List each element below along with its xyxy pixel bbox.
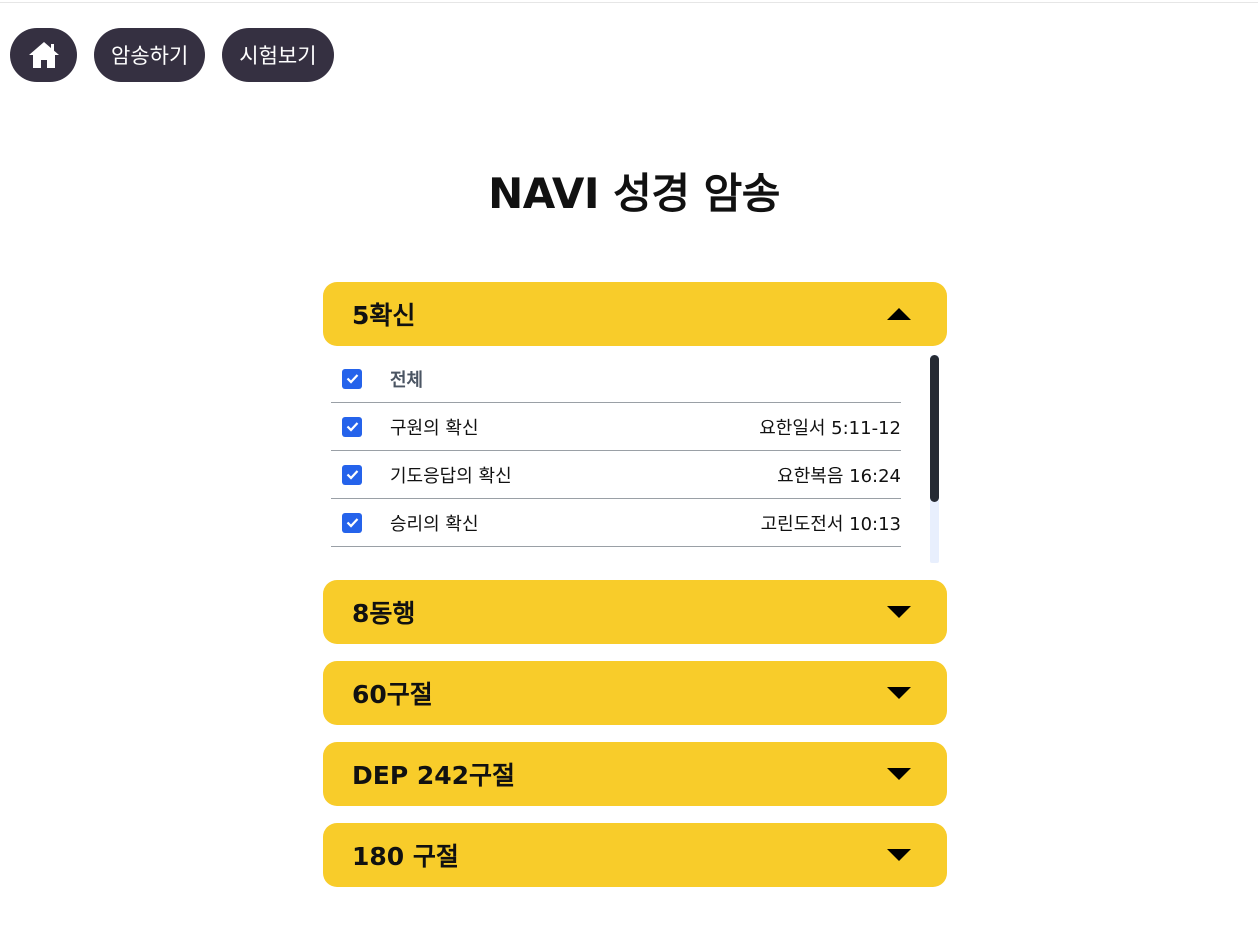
verse-list: 전체 구원의 확신 요한일서 5:11-12 기도응답의 확신 요한복음 16:… bbox=[331, 355, 939, 563]
accordion-header[interactable]: 60구절 bbox=[323, 661, 947, 725]
verse-reference: 요한일서 5:11-12 bbox=[759, 417, 901, 439]
caret-up-icon bbox=[887, 308, 911, 320]
verse-checkbox[interactable] bbox=[342, 512, 362, 533]
accordion-title: 180 구절 bbox=[352, 842, 459, 871]
page-title: NAVI 성경 암송 bbox=[488, 169, 780, 218]
accordion-title: 5확신 bbox=[352, 301, 416, 330]
accordion-title: DEP 242구절 bbox=[352, 761, 516, 790]
accordion-60-verses: 60구절 bbox=[323, 661, 947, 725]
verse-title: 기도응답의 확신 bbox=[390, 465, 512, 487]
caret-down-icon bbox=[887, 768, 911, 780]
scrollbar-thumb[interactable] bbox=[930, 355, 939, 502]
scrollbar-track[interactable] bbox=[930, 355, 939, 563]
accordion-dep-242: DEP 242구절 bbox=[323, 742, 947, 806]
accordion-5-assurances: 5확신 bbox=[323, 282, 947, 346]
accordion-8-walk: 8동행 bbox=[323, 580, 947, 644]
test-button[interactable]: 시험보기 bbox=[222, 28, 334, 82]
select-all-row: 전체 bbox=[331, 355, 901, 403]
check-icon bbox=[346, 470, 358, 480]
accordion-180-verses: 180 구절 bbox=[323, 823, 947, 887]
verse-title: 승리의 확신 bbox=[390, 513, 479, 535]
home-icon bbox=[28, 42, 59, 68]
caret-down-icon bbox=[887, 849, 911, 861]
accordion-title: 60구절 bbox=[352, 680, 433, 709]
list-item: 승리의 확신 고린도전서 10:13 bbox=[331, 499, 901, 547]
verse-checkbox[interactable] bbox=[342, 416, 362, 437]
verse-reference: 요한복음 16:24 bbox=[777, 465, 901, 487]
top-divider bbox=[0, 2, 1258, 3]
verse-title: 구원의 확신 bbox=[390, 417, 479, 439]
check-icon bbox=[346, 374, 358, 384]
caret-down-icon bbox=[887, 606, 911, 618]
accordion-header[interactable]: 8동행 bbox=[323, 580, 947, 644]
check-icon bbox=[346, 422, 358, 432]
check-icon bbox=[346, 518, 358, 528]
list-item: 구원의 확신 요한일서 5:11-12 bbox=[331, 403, 901, 451]
accordion-header[interactable]: 5확신 bbox=[323, 282, 947, 346]
caret-down-icon bbox=[887, 687, 911, 699]
memorize-button[interactable]: 암송하기 bbox=[94, 28, 206, 82]
home-button[interactable] bbox=[10, 28, 77, 82]
list-item: 기도응답의 확신 요한복음 16:24 bbox=[331, 451, 901, 499]
select-all-checkbox[interactable] bbox=[342, 368, 362, 389]
accordion-header[interactable]: DEP 242구절 bbox=[323, 742, 947, 806]
accordion-header[interactable]: 180 구절 bbox=[323, 823, 947, 887]
accordion-title: 8동행 bbox=[352, 599, 416, 628]
select-all-label: 전체 bbox=[390, 369, 424, 391]
verse-reference: 고린도전서 10:13 bbox=[760, 513, 901, 535]
verse-checkbox[interactable] bbox=[342, 464, 362, 485]
top-nav: 암송하기 시험보기 bbox=[10, 28, 334, 82]
